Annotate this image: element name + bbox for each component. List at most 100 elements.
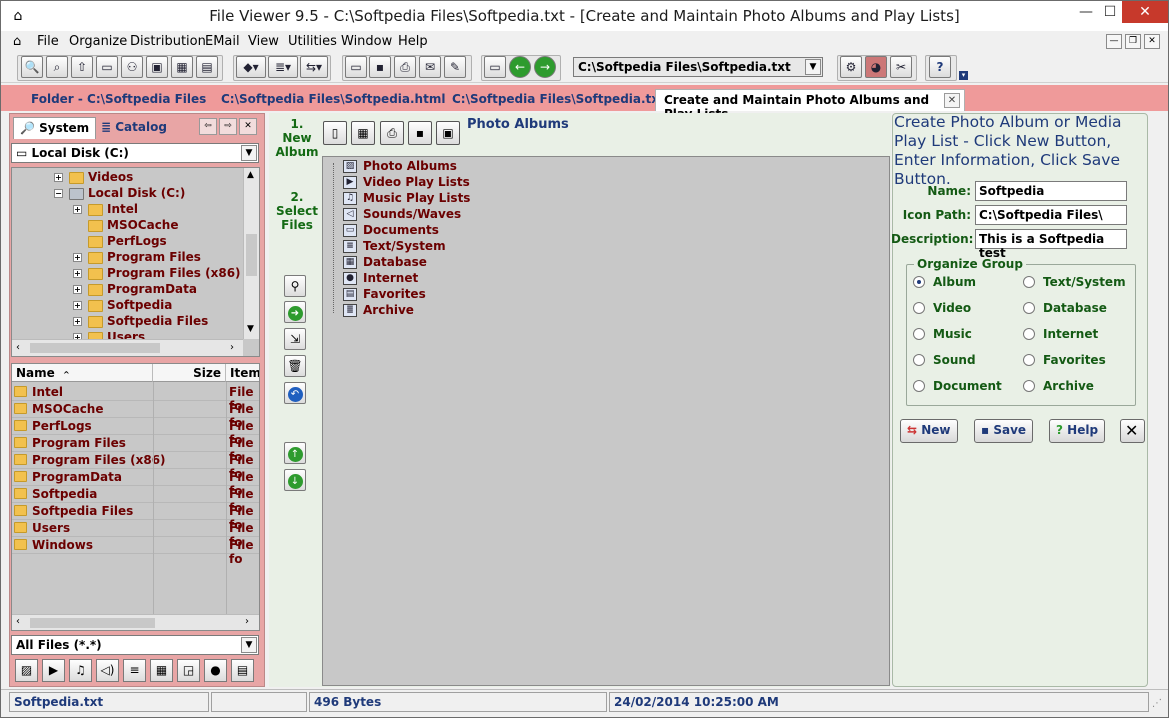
list-hscrollbar[interactable]: ‹ › xyxy=(12,614,259,630)
tree-item[interactable]: PerfLogs xyxy=(73,234,167,250)
clean-icon[interactable]: ✂ xyxy=(890,56,912,78)
close-tab-icon[interactable]: ✕ xyxy=(944,93,960,108)
music-icon[interactable]: ♫ xyxy=(69,659,92,682)
description-field[interactable]: This is a Softpedia test xyxy=(975,229,1127,260)
list-item[interactable]: Windows File fo xyxy=(12,537,259,566)
tree-item[interactable]: + Program Files xyxy=(73,250,201,266)
expand-toggle-icon[interactable]: + xyxy=(73,301,82,310)
move-down-icon[interactable]: ↓ xyxy=(284,469,306,491)
list-item[interactable]: Softpedia Files File fo xyxy=(12,503,259,532)
export-icon[interactable]: ⇲ xyxy=(284,328,306,350)
new-document-icon[interactable]: ▯ xyxy=(323,121,347,145)
tree-item[interactable]: + Softpedia Files xyxy=(73,314,208,330)
archive-icon[interactable]: ▤ xyxy=(231,659,254,682)
tab-catalog[interactable]: ≣ Catalog xyxy=(95,117,173,139)
tree-item[interactable]: + Intel xyxy=(73,202,138,218)
folder-up-icon[interactable]: ⇧ xyxy=(71,56,93,78)
mdi-minimize-button[interactable]: — xyxy=(1106,34,1122,49)
file-filter-select[interactable]: All Files (*.*) ▼ xyxy=(11,635,259,655)
radio-circle[interactable] xyxy=(1023,354,1035,366)
list-item[interactable]: Users File fo xyxy=(12,520,259,549)
settings-icon[interactable]: ⚙ xyxy=(840,56,862,78)
tree-hscroll-thumb[interactable] xyxy=(30,343,160,353)
print-icon[interactable]: ⎙ xyxy=(380,121,404,145)
globe-icon[interactable]: ● xyxy=(204,659,227,682)
tab-txt[interactable]: C:\Softpedia Files\Softpedia.txt xyxy=(444,89,673,111)
tree-item[interactable]: + Softpedia xyxy=(73,298,172,314)
tree-icon[interactable]: ⚇ xyxy=(121,56,143,78)
expand-toggle-icon[interactable]: + xyxy=(73,269,82,278)
add-icon[interactable]: ➜ xyxy=(284,301,306,323)
expand-toggle-icon[interactable]: + xyxy=(73,253,82,262)
radio-favorites[interactable]: Favorites xyxy=(1023,353,1106,367)
tab-html[interactable]: C:\Softpedia Files\Softpedia.html xyxy=(213,89,453,111)
open-folder-icon[interactable]: ▭ xyxy=(96,56,118,78)
find-icon[interactable]: ⌕ xyxy=(46,56,68,78)
edit-icon[interactable]: ✎ xyxy=(444,56,466,78)
album-tree-item[interactable]: ▨ Photo Albums xyxy=(343,159,457,175)
radio-text-system[interactable]: Text/System xyxy=(1023,275,1126,289)
menu-distribution[interactable]: Distribution xyxy=(130,34,206,49)
album-tree-item[interactable]: ▤ Favorites xyxy=(343,287,426,303)
radio-document[interactable]: Document xyxy=(913,379,1002,393)
chevron-down-icon[interactable]: ▼ xyxy=(805,59,821,75)
expand-toggle-icon[interactable]: + xyxy=(73,205,82,214)
album-tree-item[interactable]: ≣ Archive xyxy=(343,303,414,319)
tree-item[interactable]: MSOCache xyxy=(73,218,178,234)
email-icon[interactable]: ✉ xyxy=(419,56,441,78)
bulb-icon[interactable]: ⚲ xyxy=(284,275,306,297)
expand-toggle-icon[interactable]: + xyxy=(73,317,82,326)
radio-circle[interactable] xyxy=(913,328,925,340)
album-tree-item[interactable]: ♫ Music Play Lists xyxy=(343,191,470,207)
album-tree-item[interactable]: ≡ Text/System xyxy=(343,239,446,255)
scroll-down-icon[interactable]: ▼ xyxy=(247,324,254,334)
help-button[interactable]: ? Help xyxy=(1049,419,1106,443)
tab-system[interactable]: 🔎 System xyxy=(13,117,97,139)
radio-circle[interactable] xyxy=(1023,328,1035,340)
maximize-button[interactable]: ☐ xyxy=(1099,1,1121,23)
toolbar-overflow-icon[interactable]: ▾ xyxy=(959,71,968,80)
move-up-icon[interactable]: ↑ xyxy=(284,442,306,464)
album-tree-item[interactable]: ▭ Documents xyxy=(343,223,439,239)
nav-forward-icon[interactable]: ⇨ xyxy=(219,118,237,135)
scroll-left-icon[interactable]: ‹ xyxy=(16,616,20,627)
organize-icon[interactable]: ▣ xyxy=(146,56,168,78)
menu-view[interactable]: View xyxy=(248,34,279,49)
browse-folder-icon[interactable]: ▭ xyxy=(484,56,506,78)
album-tree-item[interactable]: ● Internet xyxy=(343,271,418,287)
list-item[interactable]: MSOCache File fo xyxy=(12,401,259,430)
tree-item[interactable]: + ProgramData xyxy=(73,282,197,298)
properties-icon[interactable]: ▤ xyxy=(196,56,218,78)
tree-vscrollbar[interactable]: ▲ ▼ xyxy=(243,168,259,339)
column-size[interactable]: Size xyxy=(153,364,226,382)
list-item[interactable]: PerfLogs File fo xyxy=(12,418,259,447)
list-item[interactable]: Softpedia File fo xyxy=(12,486,259,515)
tree-item[interactable]: − Local Disk (C:) xyxy=(54,186,185,202)
menu-help[interactable]: Help xyxy=(398,34,428,49)
album-tree-item[interactable]: ▦ Database xyxy=(343,255,427,271)
database-icon[interactable]: ≣▾ xyxy=(268,56,298,78)
expand-toggle-icon[interactable]: + xyxy=(73,285,82,294)
nav-back-icon[interactable]: ⇦ xyxy=(199,118,217,135)
radio-circle[interactable] xyxy=(1023,302,1035,314)
list-hscroll-thumb[interactable] xyxy=(30,618,155,628)
close-button[interactable]: ✕ xyxy=(1122,1,1168,23)
column-item[interactable]: Item xyxy=(226,364,259,382)
list-item[interactable]: ProgramData File fo xyxy=(12,469,259,498)
menu-file[interactable]: File xyxy=(37,34,59,49)
sound-icon[interactable]: ◁) xyxy=(96,659,119,682)
help-icon[interactable]: ? xyxy=(929,56,951,78)
icon-path-field[interactable]: C:\Softpedia Files\ xyxy=(975,205,1127,225)
menu-email[interactable]: EMail xyxy=(205,34,240,49)
distribute-icon[interactable]: ◆▾ xyxy=(236,56,266,78)
monitor-icon[interactable]: ▣ xyxy=(436,121,460,145)
favorites-icon[interactable]: ◲ xyxy=(177,659,200,682)
radio-video[interactable]: Video xyxy=(913,301,971,315)
tree-hscrollbar[interactable]: ‹ › xyxy=(12,339,243,356)
print-icon[interactable]: ⎙ xyxy=(394,56,416,78)
radio-archive[interactable]: Archive xyxy=(1023,379,1094,393)
mdi-close-button[interactable]: ✕ xyxy=(1144,34,1160,49)
mdi-restore-button[interactable]: ❐ xyxy=(1125,34,1141,49)
tab-photo-albums[interactable]: Create and Maintain Photo Albums and Pla… xyxy=(655,89,965,121)
scroll-right-icon[interactable]: › xyxy=(230,342,234,353)
